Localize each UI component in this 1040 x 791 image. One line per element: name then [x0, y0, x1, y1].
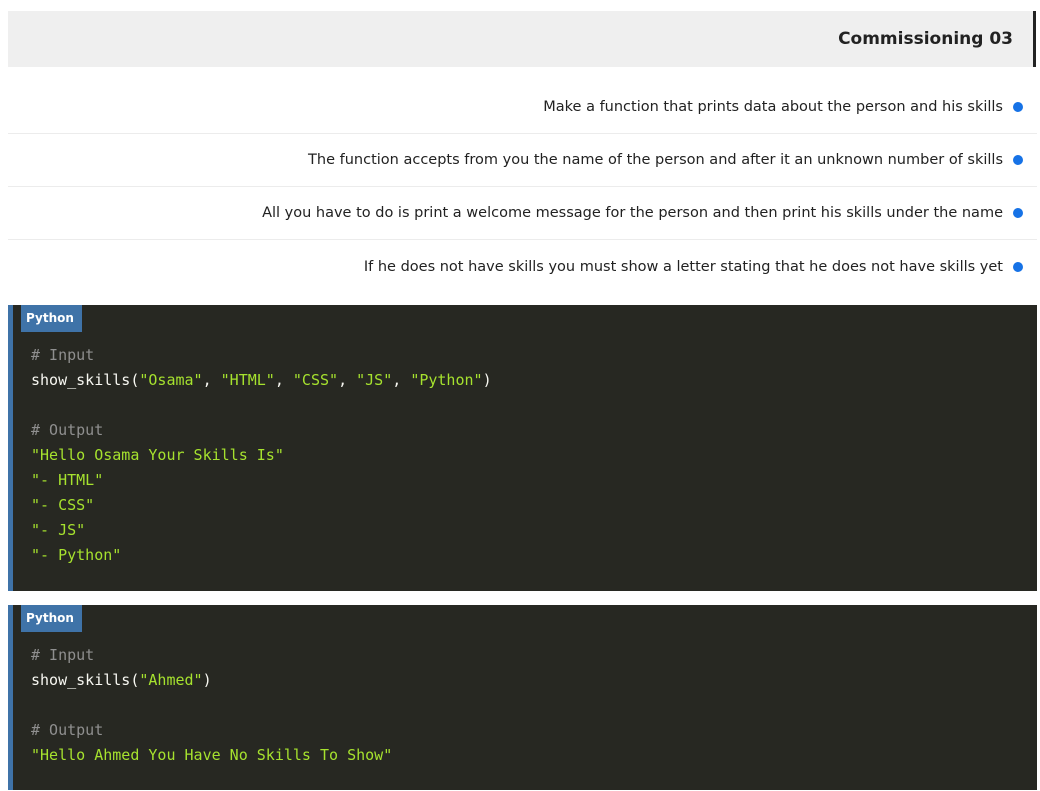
code-content: # Input show_skills("Ahmed") # Output "H… [31, 643, 392, 768]
section-header: Commissioning 03 [8, 11, 1036, 67]
list-item: If he does not have skills you must show… [8, 240, 1037, 293]
task-text: The function accepts from you the name o… [308, 152, 1003, 168]
list-item: The function accepts from you the name o… [8, 134, 1037, 187]
code-output-line: "- JS" [31, 521, 86, 539]
task-list: Make a function that prints data about t… [8, 81, 1037, 293]
code-comment: # Output [31, 721, 104, 739]
code-output-line: "Hello Osama Your Skills Is" [31, 446, 284, 464]
bullet-dot-icon [1013, 155, 1023, 165]
code-comment: # Output [31, 421, 104, 439]
task-text: Make a function that prints data about t… [543, 99, 1003, 115]
code-content: # Input show_skills("Osama", "HTML", "CS… [31, 346, 492, 564]
code-arg: "JS" [356, 371, 393, 389]
code-block: Python # Input show_skills("Osama", "HTM… [8, 305, 1037, 591]
code-block: Python # Input show_skills("Ahmed") # Ou… [8, 605, 1037, 790]
bullet-dot-icon [1013, 102, 1023, 112]
bullet-dot-icon [1013, 208, 1023, 218]
code-arg: "Ahmed" [139, 671, 203, 689]
code-comment: # Input [31, 346, 95, 364]
code-arg: "CSS" [292, 371, 339, 389]
section-title: Commissioning 03 [838, 29, 1013, 49]
code-output-line: "- Python" [31, 546, 122, 564]
code-output-line: "- HTML" [31, 471, 104, 489]
code-paren: ) [202, 671, 212, 689]
list-item: All you have to do is print a welcome me… [8, 187, 1037, 240]
code-output-line: "Hello Ahmed You Have No Skills To Show" [31, 746, 393, 764]
code-arg: "Python" [410, 371, 483, 389]
bullet-dot-icon [1013, 261, 1023, 272]
code-func: show_skills( [31, 671, 140, 689]
code-func: show_skills( [31, 371, 140, 389]
code-paren: ) [482, 371, 492, 389]
code-output-line: "- CSS" [31, 496, 95, 514]
code-comment: # Input [31, 646, 95, 664]
code-arg: "Osama" [139, 371, 203, 389]
code-arg: "HTML" [220, 371, 275, 389]
task-text: All you have to do is print a welcome me… [262, 205, 1003, 221]
task-text: If he does not have skills you must show… [363, 258, 1003, 275]
list-item: Make a function that prints data about t… [8, 81, 1037, 134]
language-badge: Python [21, 605, 82, 632]
language-badge: Python [21, 305, 82, 332]
